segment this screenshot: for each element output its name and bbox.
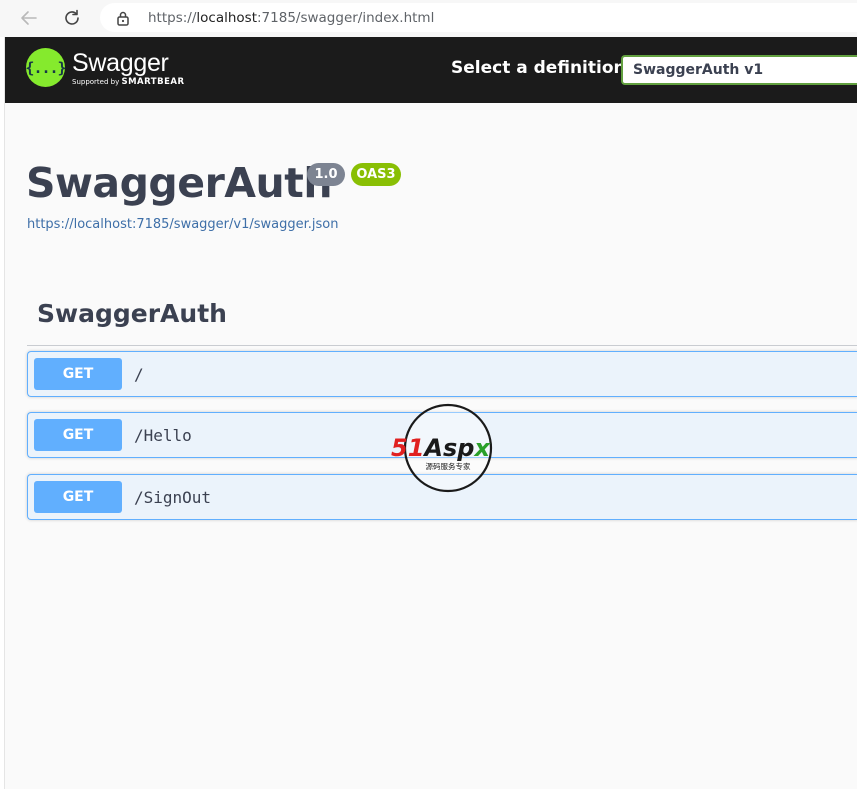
url-text: https://localhost:7185/swagger/index.htm… — [148, 9, 435, 26]
oas-badge: OAS3 — [351, 163, 401, 186]
logo-title: Swagger — [72, 49, 169, 77]
refresh-icon[interactable] — [59, 6, 85, 30]
spec-url-link[interactable]: https://localhost:7185/swagger/v1/swagge… — [27, 217, 338, 232]
back-arrow-icon[interactable] — [16, 6, 42, 30]
watermark-tagline: 源码服务专家 — [426, 461, 471, 471]
lock-icon[interactable] — [116, 10, 132, 26]
definition-label: Select a definition — [451, 58, 626, 78]
tag-title[interactable]: SwaggerAuth — [37, 299, 227, 328]
method-badge: GET — [34, 419, 122, 451]
operation-path: /Hello — [134, 425, 192, 445]
logo-subtitle: Supported by SMARTBEAR — [72, 77, 185, 87]
swagger-logo-icon: {...} — [25, 48, 67, 87]
browser-toolbar: https://localhost:7185/swagger/index.htm… — [0, 0, 857, 37]
watermark-logo: 51Aspx 源码服务专家 — [391, 403, 493, 493]
operation-path: / — [134, 364, 144, 384]
swagger-logo[interactable]: {...} Swagger Supported by SMARTBEAR — [25, 48, 185, 87]
api-title: SwaggerAuth — [26, 159, 333, 207]
address-bar[interactable]: https://localhost:7185/swagger/index.htm… — [100, 3, 857, 32]
watermark-brand: 51Aspx — [391, 434, 491, 462]
operation-path: /SignOut — [134, 487, 212, 507]
swagger-topbar: {...} Swagger Supported by SMARTBEAR Sel… — [5, 37, 857, 103]
swagger-page: {...} Swagger Supported by SMARTBEAR Sel… — [4, 37, 857, 789]
operation-get-root[interactable]: GET / — [27, 351, 857, 397]
definition-select[interactable]: SwaggerAuth v1 — [621, 55, 857, 85]
method-badge: GET — [34, 358, 122, 390]
method-badge: GET — [34, 481, 122, 513]
version-badge: 1.0 — [307, 163, 345, 186]
tag-divider — [27, 345, 857, 346]
